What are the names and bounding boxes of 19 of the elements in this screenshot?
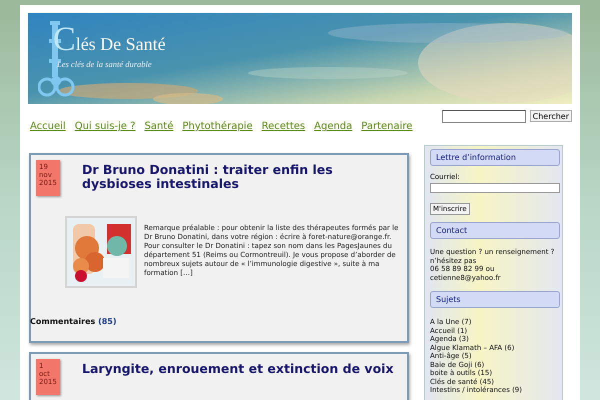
search-button[interactable]: Chercher [530,110,572,122]
search-field[interactable] [442,110,526,123]
post-title[interactable]: Dr Bruno Donatini : traiter enfin les dysbioses intestinales [82,163,397,191]
widget-heading: Lettre d’information [430,149,560,166]
nav-link[interactable]: Partenaire [361,121,412,132]
site-title[interactable]: Clés De Santé [53,21,166,59]
comments-link[interactable]: (85) [98,317,117,326]
widget-heading: Sujets [430,291,560,308]
nav-link[interactable]: Phytothérapie [182,121,253,132]
widget-heading: Contact [430,222,560,239]
nav-link[interactable]: Qui suis-je ? [74,121,136,132]
nav-link[interactable]: Recettes [262,121,306,132]
email-field[interactable] [430,183,560,193]
site-tagline: Les clés de la santé durable [57,59,152,69]
nav-link[interactable]: Agenda [314,121,352,132]
post-title[interactable]: Laryngite, enrouement et extinction de voix [82,362,397,376]
comments-label: Commentaires [30,317,96,326]
nav-link[interactable]: Accueil [30,121,66,132]
nav-link[interactable]: Santé [144,121,174,132]
